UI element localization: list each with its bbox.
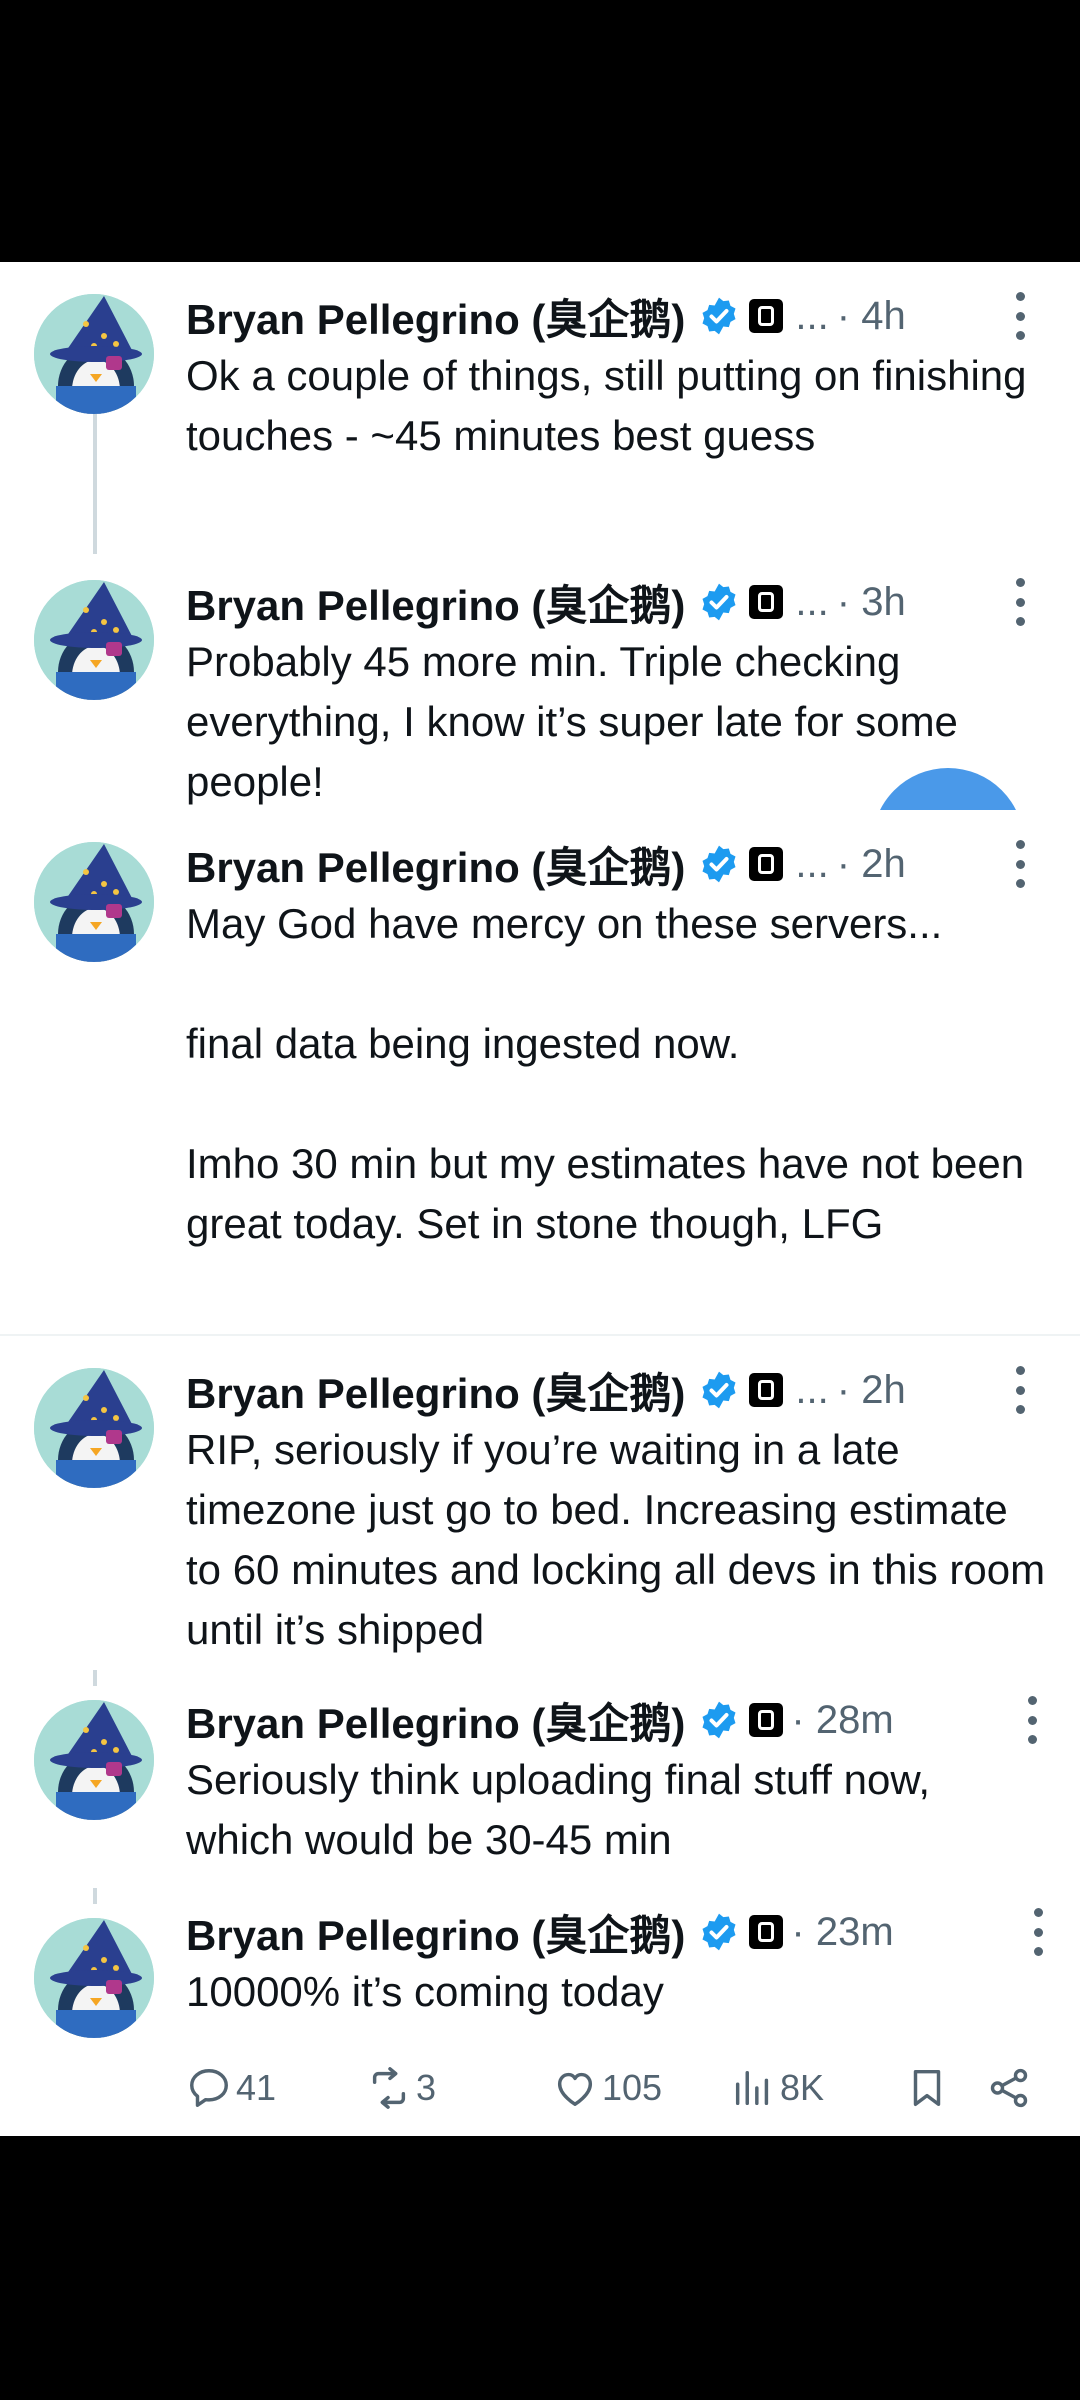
penguin-wizard-icon <box>34 1918 154 2038</box>
affiliate-badge-icon <box>749 1703 784 1737</box>
avatar[interactable] <box>34 580 154 700</box>
tweet-header: Bryan Pellegrino (臭企鹅) ... · 2h <box>186 1360 906 1420</box>
tweet-2[interactable]: Bryan Pellegrino (臭企鹅) ... · 3h Probably… <box>0 548 1080 810</box>
reply-count: 41 <box>236 2067 277 2108</box>
author-name[interactable]: Bryan Pellegrino (臭企鹅) <box>186 1902 685 1963</box>
avatar[interactable] <box>34 842 154 962</box>
handle-truncated: ... <box>795 841 829 886</box>
author-name[interactable]: Bryan Pellegrino (臭企鹅) <box>186 1690 685 1751</box>
more-options-icon[interactable] <box>1026 1696 1038 1744</box>
view-count: 8K <box>780 2067 825 2108</box>
author-name[interactable]: Bryan Pellegrino (臭企鹅) <box>186 834 685 895</box>
tweet-header: Bryan Pellegrino (臭企鹅) ... · 4h <box>186 286 906 346</box>
bookmark-button[interactable] <box>904 2058 954 2118</box>
verified-badge-icon <box>702 1371 736 1409</box>
more-options-icon[interactable] <box>1014 840 1026 888</box>
timestamp[interactable]: · 2h <box>837 842 906 887</box>
tweet-3[interactable]: Bryan Pellegrino (臭企鹅) ... · 2h May God … <box>0 810 1080 1334</box>
avatar[interactable] <box>34 294 154 414</box>
more-options-icon[interactable] <box>1014 1366 1026 1414</box>
affiliate-badge-icon <box>749 585 784 619</box>
more-options-icon[interactable] <box>1014 292 1026 340</box>
verified-badge-icon <box>702 583 736 621</box>
penguin-wizard-icon <box>34 1368 154 1488</box>
tweet-header: Bryan Pellegrino (臭企鹅) · 28m <box>186 1690 894 1750</box>
timestamp[interactable]: · 4h <box>837 294 906 339</box>
tweet-text: May God have mercy on these servers... f… <box>186 900 1025 1247</box>
status-bar-area <box>0 0 1080 262</box>
avatar[interactable] <box>34 1700 154 1820</box>
penguin-wizard-icon <box>34 294 154 414</box>
repost-icon <box>372 2067 406 2109</box>
share-button[interactable] <box>986 2058 1036 2118</box>
repost-count: 3 <box>416 2067 437 2108</box>
more-options-icon[interactable] <box>1014 578 1026 626</box>
avatar[interactable] <box>34 1368 154 1488</box>
affiliate-badge-icon <box>749 1373 784 1407</box>
tweet-text: Ok a couple of things, still putting on … <box>186 352 1039 459</box>
penguin-wizard-icon <box>34 842 154 962</box>
author-name[interactable]: Bryan Pellegrino (臭企鹅) <box>186 286 685 347</box>
affiliate-badge-icon <box>749 847 784 881</box>
tweet-text: RIP, seriously if you’re waiting in a la… <box>186 1426 1057 1653</box>
tweet-4[interactable]: Bryan Pellegrino (臭企鹅) ... · 2h RIP, ser… <box>0 1336 1080 1670</box>
tweet-header: Bryan Pellegrino (臭企鹅) ... · 3h <box>186 572 906 632</box>
tweet-action-bar: 41 3 105 8K <box>186 2058 1046 2118</box>
handle-truncated: ... <box>795 1367 829 1412</box>
like-icon <box>557 2072 593 2107</box>
navigation-bar-area <box>0 2136 1080 2400</box>
share-icon <box>990 2068 1028 2108</box>
verified-badge-icon <box>702 1913 736 1951</box>
timestamp[interactable]: · 2h <box>837 1368 906 1413</box>
handle-truncated: ... <box>795 293 829 338</box>
tweet-text: Probably 45 more min. Triple checking ev… <box>186 638 970 805</box>
tweet-header: Bryan Pellegrino (臭企鹅) ... · 2h <box>186 834 906 894</box>
tweet-1[interactable]: Bryan Pellegrino (臭企鹅) ... · 4h Ok a cou… <box>0 262 1080 554</box>
tweet-header: Bryan Pellegrino (臭企鹅) · 23m <box>186 1902 894 1962</box>
tweet-text: 10000% it’s coming today <box>186 1968 664 2015</box>
reply-button[interactable]: 41 <box>186 2058 276 2118</box>
views-icon <box>735 2070 769 2106</box>
timestamp[interactable]: · 3h <box>837 580 906 625</box>
affiliate-badge-icon <box>749 299 784 333</box>
thread-connector <box>93 1888 97 1904</box>
tweet-5[interactable]: Bryan Pellegrino (臭企鹅) · 28m Seriously t… <box>0 1670 1080 1888</box>
bookmark-icon <box>913 2069 941 2107</box>
thread-connector <box>93 414 97 554</box>
thread-feed[interactable]: Bryan Pellegrino (臭企鹅) ... · 4h Ok a cou… <box>0 262 1080 2136</box>
avatar[interactable] <box>34 1918 154 2038</box>
timestamp[interactable]: · 28m <box>791 1698 893 1743</box>
more-options-icon[interactable] <box>1032 1908 1044 1956</box>
like-button[interactable]: 105 <box>552 2058 662 2118</box>
tweet-text: Seriously think uploading final stuff no… <box>186 1756 942 1863</box>
like-count: 105 <box>602 2067 663 2108</box>
penguin-wizard-icon <box>34 1700 154 1820</box>
author-name[interactable]: Bryan Pellegrino (臭企鹅) <box>186 572 685 633</box>
verified-badge-icon <box>702 1701 736 1739</box>
timestamp[interactable]: · 23m <box>791 1910 893 1955</box>
verified-badge-icon <box>702 845 736 883</box>
views-button[interactable]: 8K <box>730 2058 824 2118</box>
penguin-wizard-icon <box>34 580 154 700</box>
verified-badge-icon <box>702 297 736 335</box>
thread-connector <box>93 1670 97 1686</box>
affiliate-badge-icon <box>749 1915 784 1949</box>
author-name[interactable]: Bryan Pellegrino (臭企鹅) <box>186 1360 685 1421</box>
handle-truncated: ... <box>795 579 829 624</box>
reply-icon <box>190 2069 228 2107</box>
repost-button[interactable]: 3 <box>366 2058 436 2118</box>
